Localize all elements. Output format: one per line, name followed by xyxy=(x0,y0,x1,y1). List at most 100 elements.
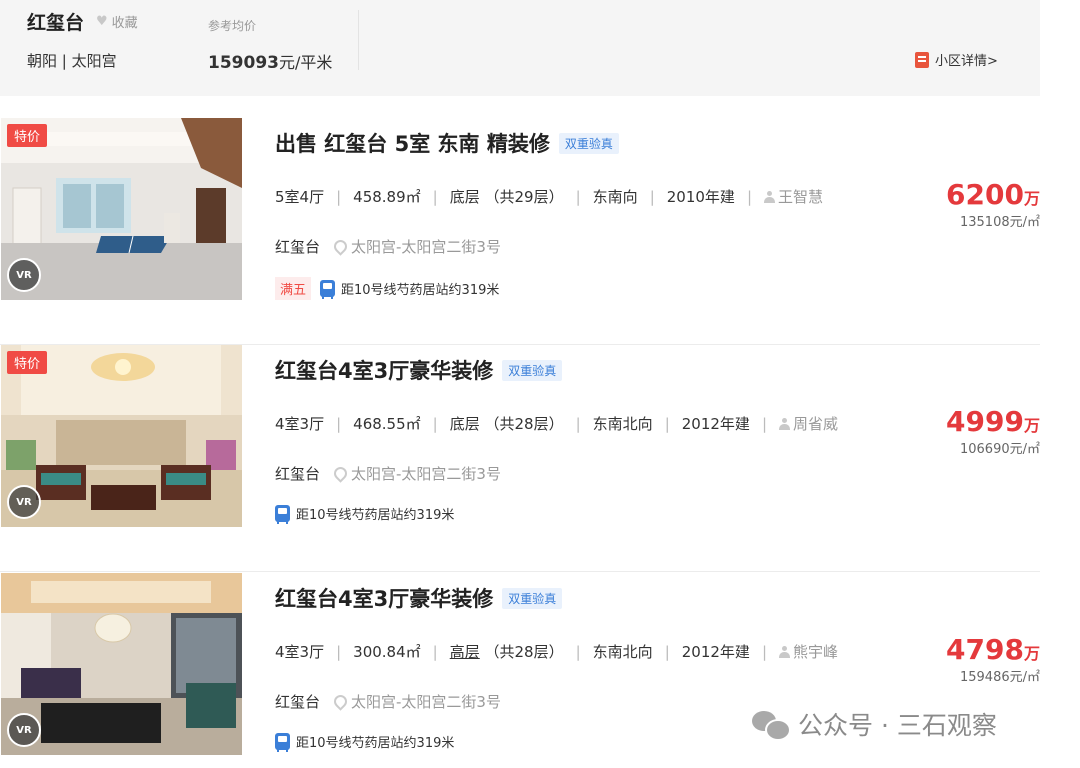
listing-tags: 距10号线芍药居站约319米 xyxy=(275,732,455,752)
community-link[interactable]: 红玺台 xyxy=(275,463,320,484)
build-year: 2012年建 xyxy=(681,415,750,433)
vr-icon[interactable]: VR xyxy=(7,713,41,747)
vr-icon[interactable]: VR xyxy=(7,258,41,292)
listing-title-text[interactable]: 出售 红玺台 5室 东南 精装修 xyxy=(275,128,550,158)
divider: | xyxy=(575,187,581,206)
subway-icon xyxy=(320,280,336,299)
listing-title-text[interactable]: 红玺台4室3厅豪华装修 xyxy=(275,355,493,385)
divider: | xyxy=(336,187,342,206)
divider: | xyxy=(649,187,655,206)
agent[interactable]: 王智慧 xyxy=(764,186,823,207)
divider: | xyxy=(432,642,438,661)
address-text: 太阳宫-太阳宫二街3号 xyxy=(351,693,501,711)
community-detail-label: 小区详情> xyxy=(935,54,998,69)
favorite-button[interactable]: ♥ 收藏 xyxy=(96,12,138,31)
listing-title-text[interactable]: 红玺台4室3厅豪华装修 xyxy=(275,583,493,613)
heart-icon: ♥ xyxy=(96,14,108,29)
subway-text: 距10号线芍药居站约319米 xyxy=(296,508,455,523)
area: 458.89㎡ xyxy=(353,188,421,206)
vr-icon[interactable]: VR xyxy=(7,485,41,519)
subway-text: 距10号线芍药居站约319米 xyxy=(296,736,455,751)
community-detail-link[interactable]: 小区详情> xyxy=(915,50,998,69)
community-link[interactable]: 红玺台 xyxy=(275,691,320,712)
listing-title[interactable]: 出售 红玺台 5室 东南 精装修 双重验真 xyxy=(275,128,619,158)
verified-tag: 双重验真 xyxy=(558,132,619,154)
listing-photo[interactable]: 特价 VR xyxy=(1,345,242,527)
agent[interactable]: 周省威 xyxy=(779,413,838,434)
unit-price: 159486元/㎡ xyxy=(959,670,1040,685)
community-header: 红玺台 ♥ 收藏 朝阳 | 太阳宫 参考均价 159093元/平米 小区详情> xyxy=(0,0,1040,96)
address-detail: 太阳宫-太阳宫二街3号 xyxy=(331,236,501,257)
listing-info: 5室4厅 | 458.89㎡ | 底层 （共29层） | 东南向 | 2010年建 | 王… xyxy=(275,186,823,207)
total-price: 4999 xyxy=(946,405,1024,438)
price-unit: 万 xyxy=(1023,416,1040,435)
subway-info: 距10号线芍药居站约319米 xyxy=(275,504,455,524)
avg-price-unit: 元/平米 xyxy=(278,53,333,72)
listing-address: 红玺台 太阳宫-太阳宫二街3号 xyxy=(275,236,501,257)
listing-title[interactable]: 红玺台4室3厅豪华装修 双重验真 xyxy=(275,583,563,613)
divider: | xyxy=(575,414,581,433)
verified-tag: 双重验真 xyxy=(502,587,563,609)
listing-item[interactable]: 特价 VR 出售 红玺台 5室 东南 精装修 双重验真 5室4厅 | 458.89… xyxy=(0,118,1040,345)
orientation: 东南北向 xyxy=(592,415,653,433)
subway-info: 距10号线芍药居站约319米 xyxy=(275,732,455,752)
wechat-icon xyxy=(752,709,791,741)
listing-info: 4室3厅 | 468.55㎡ | 底层 （共28层） | 东南北向 | 2012年建 | … xyxy=(275,413,838,434)
divider: | xyxy=(432,414,438,433)
watermark-text: 公众号 · 三石观察 xyxy=(798,711,997,740)
person-icon xyxy=(764,190,775,203)
address-detail: 太阳宫-太阳宫二街3号 xyxy=(331,463,501,484)
floor-level: 底层 xyxy=(449,188,480,206)
header-divider xyxy=(358,10,359,70)
subway-icon xyxy=(275,733,290,752)
listing-price: 4798万 159486元/㎡ xyxy=(946,633,1040,685)
listing-tags: 满五 距10号线芍药居站约319米 xyxy=(275,277,499,300)
floor-total: （共28层） xyxy=(484,415,564,433)
tag-man-wu: 满五 xyxy=(275,277,312,300)
price-unit: 万 xyxy=(1023,644,1040,663)
person-icon xyxy=(779,417,790,430)
area: 468.55㎡ xyxy=(353,415,421,433)
orientation: 东南北向 xyxy=(592,643,653,661)
layout: 4室3厅 xyxy=(275,643,325,661)
area: 300.84㎡ xyxy=(353,643,421,661)
listing-price: 4999万 106690元/㎡ xyxy=(946,405,1040,457)
divider: | xyxy=(664,414,670,433)
listing-photo[interactable]: VR xyxy=(1,573,242,755)
address-detail: 太阳宫-太阳宫二街3号 xyxy=(331,691,501,712)
divider: | xyxy=(336,414,342,433)
location-pin-icon xyxy=(331,692,350,711)
divider: | xyxy=(746,187,752,206)
special-price-badge: 特价 xyxy=(7,351,48,374)
person-icon xyxy=(779,645,790,658)
floor-level: 底层 xyxy=(449,415,480,433)
agent-name: 周省威 xyxy=(793,415,839,433)
special-price-badge: 特价 xyxy=(7,124,48,147)
divider: | xyxy=(664,642,670,661)
layout: 4室3厅 xyxy=(275,415,325,433)
divider: | xyxy=(432,187,438,206)
listing-price: 6200万 135108元/㎡ xyxy=(946,178,1040,230)
subway-text: 距10号线芍药居站约319米 xyxy=(341,283,500,298)
layout: 5室4厅 xyxy=(275,188,325,206)
total-price: 6200 xyxy=(946,178,1024,211)
favorite-label: 收藏 xyxy=(111,16,138,31)
community-name[interactable]: 红玺台 xyxy=(27,8,84,35)
listing-tags: 距10号线芍药居站约319米 xyxy=(275,504,455,524)
community-location: 朝阳 | 太阳宫 xyxy=(27,52,117,70)
community-link[interactable]: 红玺台 xyxy=(275,236,320,257)
listing-info: 4室3厅 | 300.84㎡ | 高层 （共28层） | 东南北向 | 2012年建 | … xyxy=(275,641,838,662)
subway-info: 距10号线芍药居站约319米 xyxy=(320,279,500,299)
divider: | xyxy=(336,642,342,661)
document-icon xyxy=(915,51,929,68)
watermark: 公众号 · 三石观察 xyxy=(752,706,997,742)
listing-item[interactable]: 特价 VR 红玺台4室3厅豪华装修 双重验真 4室3厅 | 468.55㎡ | 底层… xyxy=(0,345,1040,572)
floor-level[interactable]: 高层 xyxy=(450,641,480,662)
listing-address: 红玺台 太阳宫-太阳宫二街3号 xyxy=(275,691,501,712)
avg-price-label: 参考均价 xyxy=(208,19,257,33)
location-pin-icon xyxy=(331,237,350,256)
listing-title[interactable]: 红玺台4室3厅豪华装修 双重验真 xyxy=(275,355,563,385)
address-text: 太阳宫-太阳宫二街3号 xyxy=(351,238,501,256)
agent[interactable]: 熊宇峰 xyxy=(779,641,838,662)
listing-photo[interactable]: 特价 VR xyxy=(1,118,242,300)
